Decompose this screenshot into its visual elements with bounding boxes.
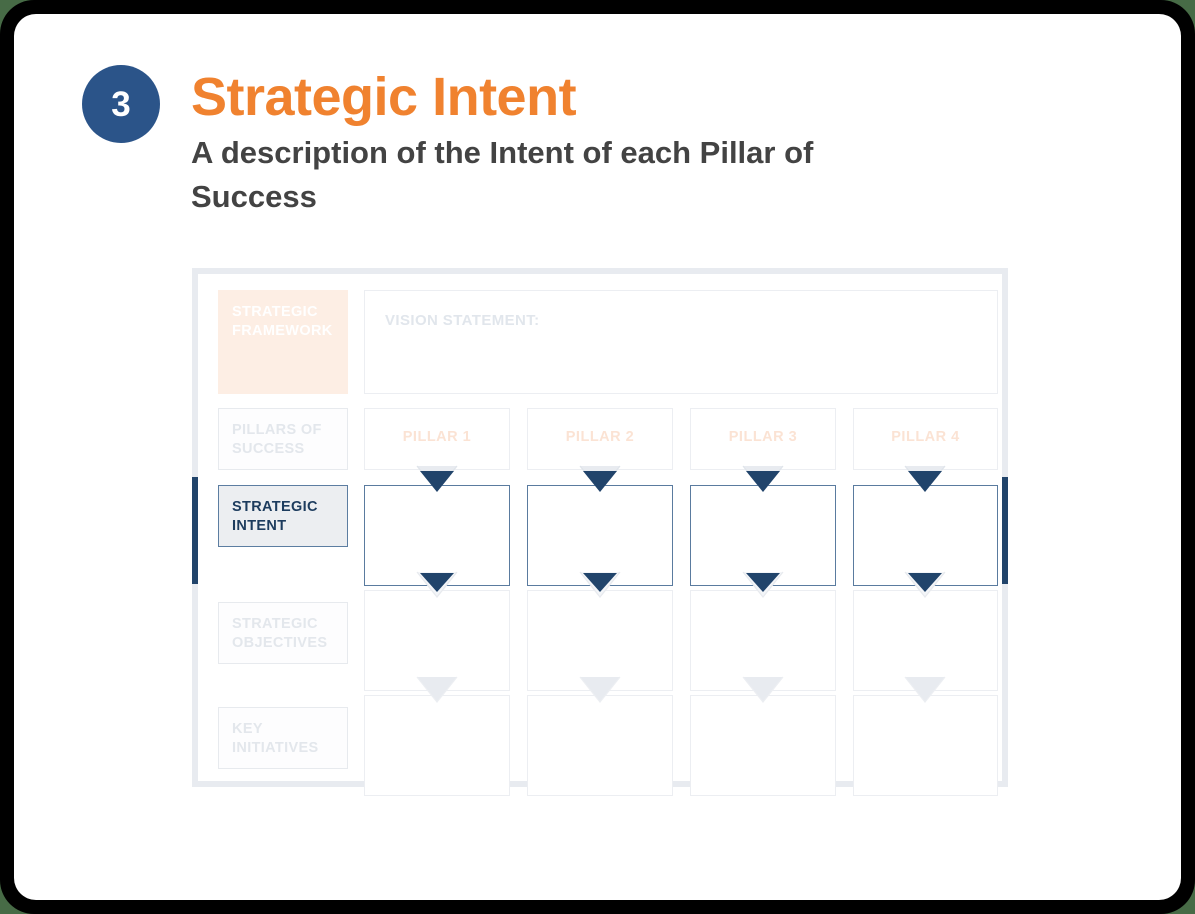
flow-arrow-objectives-to-initiatives-2 <box>578 675 622 709</box>
row-label-text: STRATEGIC INTENT <box>232 499 318 535</box>
row-label-text: STRATEGIC OBJECTIVES <box>232 616 328 652</box>
key-initiatives-box-3[interactable] <box>690 695 836 796</box>
diagram-inner: STRATEGIC FRAMEWORK PILLARS OF SUCCESS S… <box>192 274 1008 796</box>
active-row-accent-bar-left <box>192 477 198 584</box>
pillar-label: PILLAR 3 <box>728 429 798 445</box>
flow-arrow-pillar-to-intent-2 <box>578 464 622 498</box>
vision-statement-label: VISION STATEMENT: <box>385 312 540 329</box>
pillar-box-1[interactable]: PILLAR 1 <box>364 408 510 470</box>
pillar-label: PILLAR 2 <box>565 429 635 445</box>
key-initiatives-box-2[interactable] <box>527 695 673 796</box>
pillar-box-4[interactable]: PILLAR 4 <box>853 408 998 470</box>
step-number-badge: 3 <box>82 65 160 143</box>
key-initiatives-box-4[interactable] <box>853 695 998 796</box>
flow-arrow-intent-to-objectives-4 <box>903 570 947 604</box>
flow-arrow-objectives-to-initiatives-1 <box>415 675 459 709</box>
title-block: Strategic Intent A description of the In… <box>191 67 1091 219</box>
active-row-accent-bar-right <box>1002 477 1008 584</box>
row-label-text: PILLARS OF SUCCESS <box>232 422 322 458</box>
slide-frame: 3 Strategic Intent A description of the … <box>0 0 1195 914</box>
row-label-pillars-of-success[interactable]: PILLARS OF SUCCESS <box>218 408 348 470</box>
flow-arrow-intent-to-objectives-3 <box>741 570 785 604</box>
pillar-label: PILLAR 4 <box>891 429 960 445</box>
flow-arrow-objectives-to-initiatives-3 <box>741 675 785 709</box>
pillar-label: PILLAR 1 <box>402 429 472 445</box>
row-label-strategic-intent[interactable]: STRATEGIC INTENT <box>218 485 348 547</box>
flow-arrow-intent-to-objectives-2 <box>578 570 622 604</box>
slide-card: 3 Strategic Intent A description of the … <box>14 14 1181 900</box>
row-label-key-initiatives[interactable]: KEY INITIATIVES <box>218 707 348 769</box>
pillar-box-3[interactable]: PILLAR 3 <box>690 408 836 470</box>
flow-arrow-objectives-to-initiatives-4 <box>903 675 947 709</box>
flow-arrow-intent-to-objectives-1 <box>415 570 459 604</box>
strategic-framework-diagram: STRATEGIC FRAMEWORK PILLARS OF SUCCESS S… <box>192 268 1008 796</box>
row-label-text: STRATEGIC FRAMEWORK <box>232 304 333 340</box>
flow-arrow-pillar-to-intent-4 <box>903 464 947 498</box>
row-label-text: KEY INITIATIVES <box>232 721 319 757</box>
flow-arrow-pillar-to-intent-1 <box>415 464 459 498</box>
page-title: Strategic Intent <box>191 67 577 127</box>
flow-arrow-pillar-to-intent-3 <box>741 464 785 498</box>
vision-statement-box[interactable]: VISION STATEMENT: <box>364 290 998 394</box>
pillar-box-2[interactable]: PILLAR 2 <box>527 408 673 470</box>
key-initiatives-box-1[interactable] <box>364 695 510 796</box>
page-subtitle: A description of the Intent of each Pill… <box>191 135 814 215</box>
row-label-strategic-framework[interactable]: STRATEGIC FRAMEWORK <box>218 290 348 394</box>
row-label-strategic-objectives[interactable]: STRATEGIC OBJECTIVES <box>218 602 348 664</box>
